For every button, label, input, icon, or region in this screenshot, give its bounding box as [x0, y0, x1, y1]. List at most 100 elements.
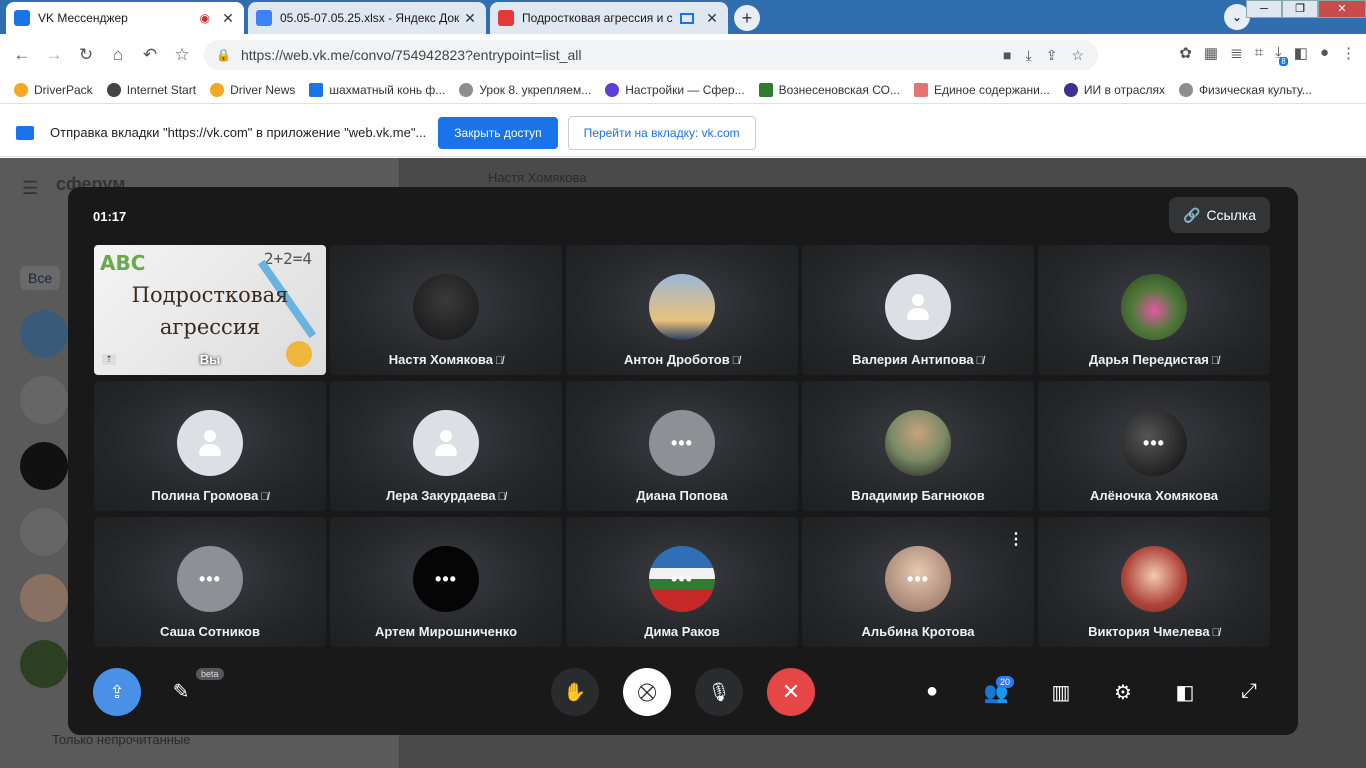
apps-icon[interactable]: ▦ [1204, 44, 1218, 62]
fullscreen-button[interactable]: ⤢ [1235, 680, 1263, 703]
maximize-icon[interactable]: ❐ [1282, 0, 1318, 18]
home-icon[interactable]: ⌂ [102, 45, 134, 65]
cast-icon [680, 12, 694, 24]
avatar [1121, 546, 1187, 612]
avatar[interactable] [20, 640, 68, 688]
tab-vk-messenger[interactable]: VK Мессенджер ◉ ✕ [6, 2, 244, 34]
connecting-dots-icon: ••• [435, 569, 457, 589]
forward-icon[interactable]: → [38, 45, 70, 65]
bookmark-item[interactable]: Internet Start [106, 82, 196, 97]
star-icon[interactable]: ☆ [1071, 47, 1084, 64]
bookmark-item[interactable]: шахматный конь ф... [309, 82, 445, 97]
connecting-dots-icon: ••• [199, 569, 221, 589]
bookmark-label: Урок 8. укрепляем... [479, 82, 592, 97]
extension-icon[interactable]: ✿ [1179, 44, 1192, 62]
tab-yandex-doc[interactable]: 05.05-07.05.25.xlsx - Яндекс Док ✕ [248, 2, 486, 34]
participant-name: Виктория Чмелева 🎙̸ [1088, 624, 1220, 639]
mic-muted-icon: 🎙̸ [731, 355, 740, 367]
undo-icon[interactable]: ↶ [134, 45, 166, 65]
bookmark-item[interactable]: Физическая культу... [1178, 82, 1312, 97]
more-options-icon[interactable]: ⋮ [1008, 529, 1024, 549]
minimize-icon[interactable]: ─ [1246, 0, 1282, 18]
bookmark-item[interactable]: Единое содержани... [913, 82, 1050, 97]
avatar[interactable] [20, 376, 68, 424]
bookmark-label: Driver News [230, 82, 296, 97]
participant-tile[interactable]: Настя Хомякова 🎙̸ [330, 245, 562, 375]
go-to-tab-button[interactable]: Перейти на вкладку: vk.com [567, 115, 756, 150]
raise-hand-button[interactable]: ✋ [551, 668, 599, 716]
user-placeholder-icon [903, 292, 933, 322]
participant-tile[interactable]: Валерия Антипова 🎙̸ [802, 245, 1034, 375]
participant-tile[interactable]: Виктория Чмелева 🎙̸ [1038, 517, 1270, 647]
bookmark-item[interactable]: Настройки — Сфер... [605, 82, 745, 97]
avatar[interactable] [20, 508, 68, 556]
youtube-favicon-icon [498, 10, 514, 26]
participant-tile[interactable]: Владимир Багнюков [802, 381, 1034, 511]
participant-tile[interactable]: Дарья Передистая 🎙̸ [1038, 245, 1270, 375]
new-tab-button[interactable]: + [734, 5, 760, 31]
whiteboard-button[interactable]: ✎ [167, 679, 195, 704]
bookmark-label: DriverPack [34, 82, 93, 97]
participant-tile[interactable]: ••• Дима Раков [566, 517, 798, 647]
gear-icon: ⚙ [1114, 682, 1132, 704]
profile-avatar-icon[interactable]: ● [1320, 44, 1329, 62]
participant-name: Диана Попова [636, 488, 728, 503]
screen-share-tile[interactable]: ABC 2+2=4 Подростковая агрессия ⇡ Вы [94, 245, 326, 375]
layout-button[interactable]: ▥ [1047, 680, 1075, 705]
screen-share-button[interactable]: ⇪ [93, 668, 141, 716]
participant-tile[interactable]: Полина Громова 🎙̸ [94, 381, 326, 511]
window-close-icon[interactable]: ✕ [1318, 0, 1366, 18]
close-icon: ✕ [781, 679, 801, 704]
filter-all-chip[interactable]: Все [20, 266, 61, 290]
avatar [649, 274, 715, 340]
chat-button[interactable]: ● [918, 680, 946, 703]
participant-tile[interactable]: ⋮ ••• Альбина Кротова [802, 517, 1034, 647]
participant-name: Саша Сотников [160, 624, 260, 639]
avatar[interactable] [20, 310, 68, 358]
bookmark-item[interactable]: Урок 8. укрепляем... [459, 82, 592, 97]
participant-tile[interactable]: ••• Алёночка Хомякова [1038, 381, 1270, 511]
close-access-button[interactable]: Закрыть доступ [438, 116, 558, 149]
participant-tile[interactable]: ••• Диана Попова [566, 381, 798, 511]
close-tab-icon[interactable]: ✕ [220, 10, 236, 27]
back-icon[interactable]: ← [6, 45, 38, 65]
end-call-button[interactable]: ✕ [767, 668, 815, 716]
bookmark-item[interactable]: Вознесеновская СО... [758, 82, 900, 97]
microphone-button[interactable]: 🎙 [695, 668, 743, 716]
share-icon[interactable]: ⇪ [1046, 47, 1058, 64]
camera-off-button[interactable]: ⛒ [623, 668, 671, 716]
avatar[interactable] [20, 442, 68, 490]
downloads-icon[interactable]: ⤓ 8 [1275, 44, 1288, 66]
close-tab-icon[interactable]: ✕ [704, 10, 720, 27]
close-tab-icon[interactable]: ✕ [462, 10, 478, 27]
copy-link-button[interactable]: 🔗 Ссылка [1169, 197, 1270, 233]
avatar[interactable] [20, 574, 68, 622]
address-bar[interactable]: 🔒 https://web.vk.me/convo/754942823?entr… [204, 40, 1098, 70]
participant-tile[interactable]: ••• Саша Сотников [94, 517, 326, 647]
infobar-message: Отправка вкладки "https://vk.com" в прил… [50, 125, 427, 140]
bookmark-item[interactable]: ИИ в отраслях [1063, 82, 1165, 97]
bookmark-item[interactable]: Driver News [210, 82, 296, 97]
participant-tile[interactable]: ••• Артем Мирошниченко [330, 517, 562, 647]
sidepanel-icon[interactable]: ◧ [1294, 44, 1308, 62]
install-icon[interactable]: ⤓ [1026, 47, 1032, 64]
camera-icon[interactable]: ■ [1003, 47, 1011, 64]
settings-button[interactable]: ⚙ [1109, 680, 1137, 705]
participant-tile[interactable]: Антон Дроботов 🎙̸ [566, 245, 798, 375]
hamburger-icon[interactable]: ☰ [22, 178, 38, 199]
microphone-icon: 🎙 [707, 681, 731, 702]
picture-in-picture-icon: ◧ [1175, 682, 1195, 704]
minimize-call-button[interactable]: ◧ [1171, 680, 1199, 705]
reload-icon[interactable]: ↻ [70, 45, 102, 65]
bookmark-item[interactable]: DriverPack [14, 82, 93, 97]
menu-icon[interactable]: ⋮ [1341, 44, 1356, 62]
crop-icon[interactable]: ⌗ [1255, 44, 1263, 62]
driverpack-icon [14, 82, 28, 97]
playlist-icon[interactable]: ≣ [1230, 44, 1243, 62]
bookmark-star-icon[interactable]: ☆ [166, 45, 198, 65]
yandex-doc-favicon-icon [256, 10, 272, 26]
grid-icon [913, 82, 928, 97]
tab-aggression-video[interactable]: Подростковая агрессия и с ✕ [490, 2, 728, 34]
hand-icon: ✋ [563, 681, 587, 702]
participant-tile[interactable]: Лера Закурдаева 🎙̸ [330, 381, 562, 511]
